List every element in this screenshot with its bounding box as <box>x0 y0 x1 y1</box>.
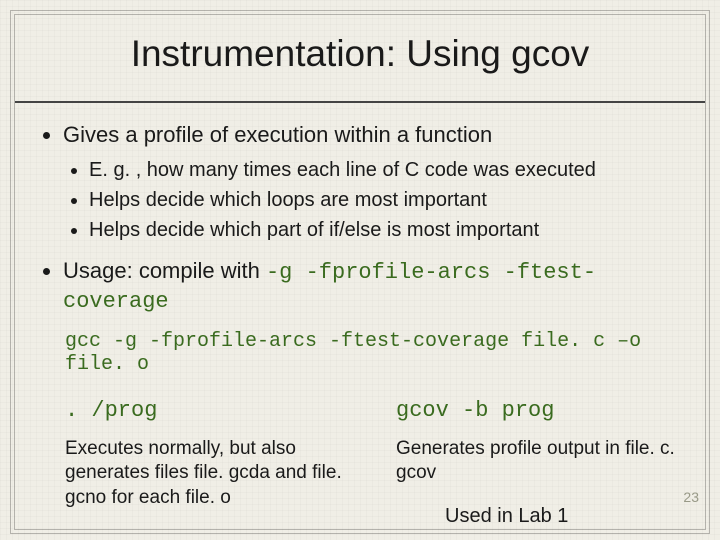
right-column-text: Generates profile output in file. c. gco… <box>396 437 677 486</box>
right-column: gcov -b prog Generates profile output in… <box>396 398 677 511</box>
left-column: . /prog Executes normally, but also gene… <box>65 398 346 511</box>
bullet-main-1: Gives a profile of execution within a fu… <box>63 121 677 243</box>
title-divider <box>15 101 705 103</box>
compile-command: gcc -g -fprofile-arcs -ftest-coverage fi… <box>65 330 677 376</box>
lab-note: Used in Lab 1 <box>445 505 568 527</box>
left-column-text: Executes normally, but also generates fi… <box>65 437 346 511</box>
slide-outer-border: Instrumentation: Using gcov Gives a prof… <box>10 10 710 534</box>
bullet-sub-list-1: E. g. , how many times each line of C co… <box>63 157 677 243</box>
bullet-main-2: Usage: compile with -g -fprofile-arcs -f… <box>63 257 677 316</box>
bullet-sub-1: E. g. , how many times each line of C co… <box>89 157 677 183</box>
slide-inner-border: Instrumentation: Using gcov Gives a prof… <box>14 14 706 530</box>
right-column-heading: gcov -b prog <box>396 398 677 423</box>
bullet-main-1-text: Gives a profile of execution within a fu… <box>63 122 492 147</box>
bullet-list: Gives a profile of execution within a fu… <box>43 121 677 316</box>
bullet-sub-3: Helps decide which part of if/else is mo… <box>89 217 677 243</box>
page-number: 23 <box>683 489 699 505</box>
two-column-section: . /prog Executes normally, but also gene… <box>65 398 677 511</box>
bullet-sub-2: Helps decide which loops are most import… <box>89 187 677 213</box>
bullet-main-2-prefix: Usage: compile with <box>63 258 266 283</box>
page-title: Instrumentation: Using gcov <box>43 33 677 75</box>
left-column-heading: . /prog <box>65 398 346 423</box>
